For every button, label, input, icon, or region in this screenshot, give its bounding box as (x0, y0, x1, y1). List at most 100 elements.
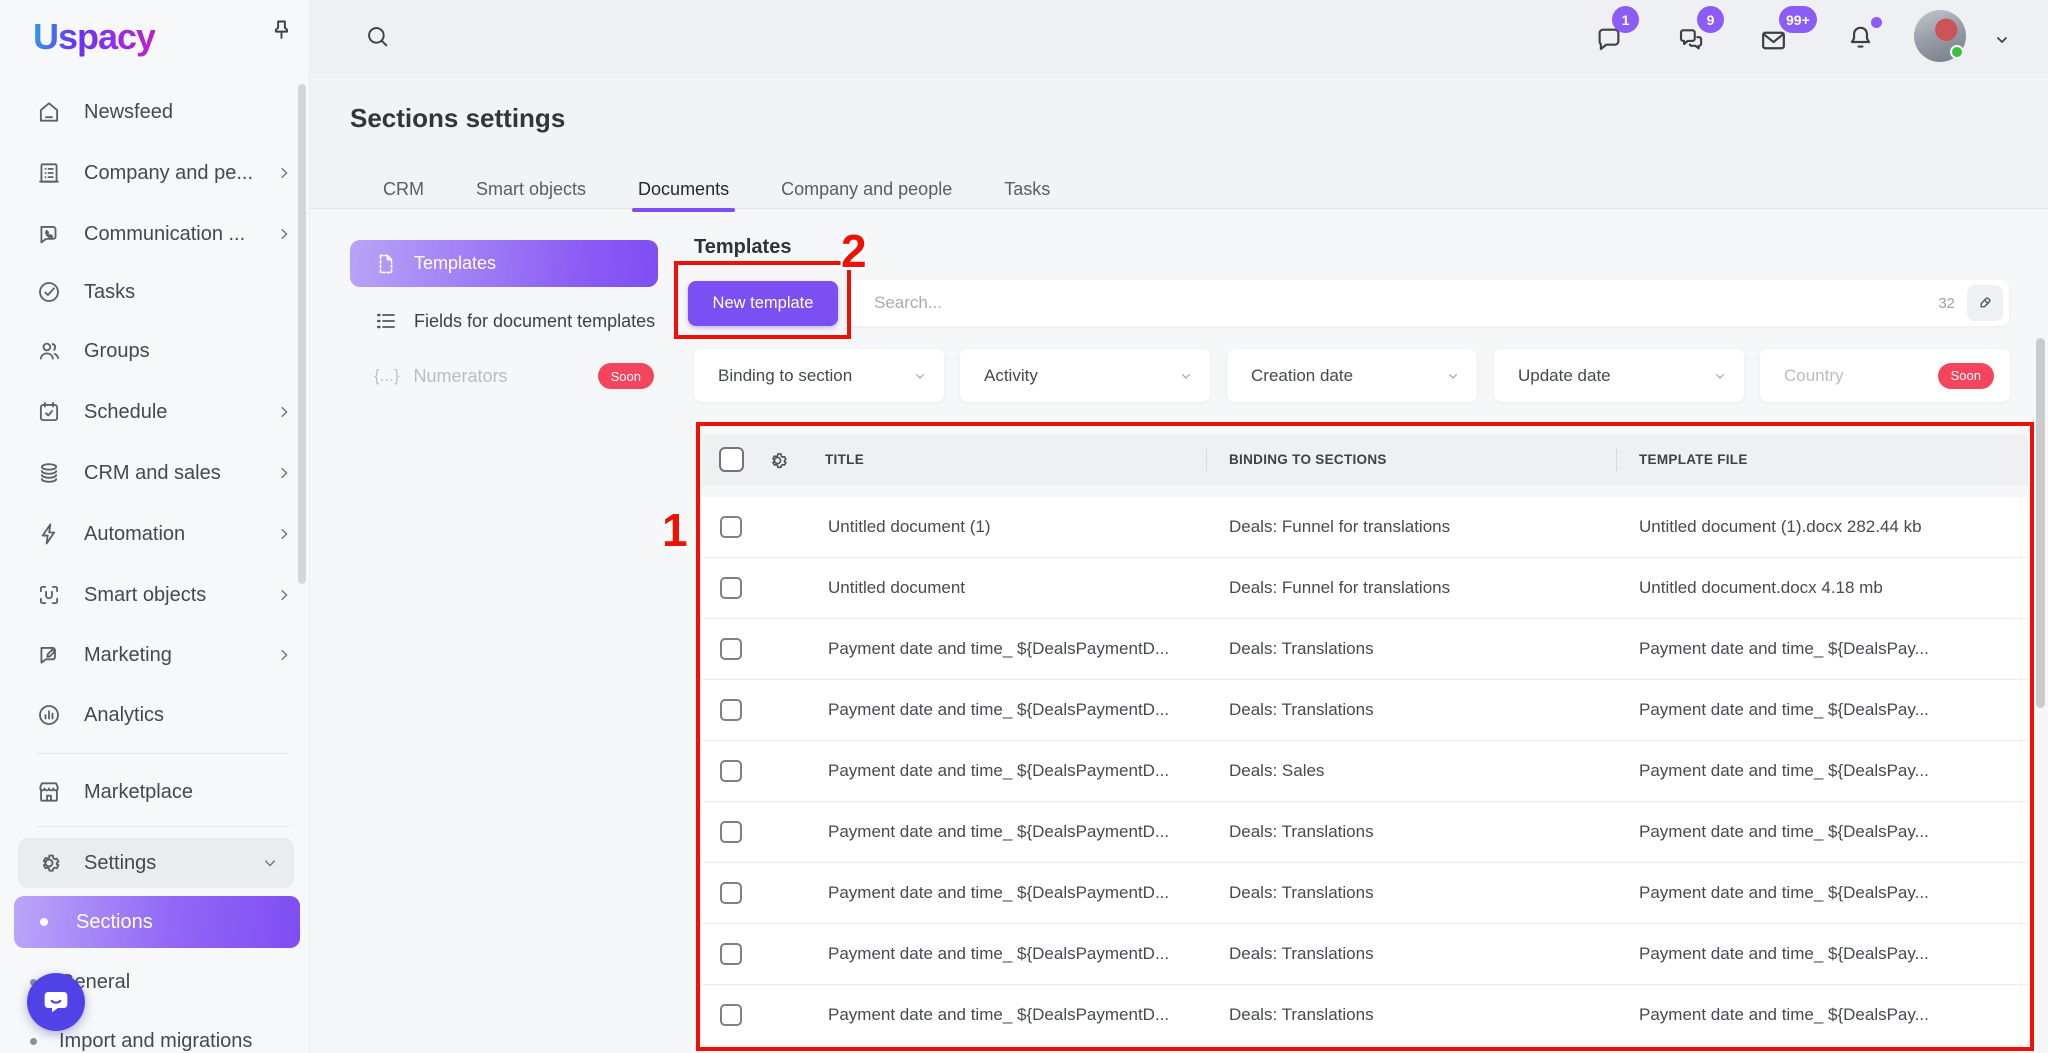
store-icon (36, 779, 62, 805)
support-chat-launcher[interactable] (27, 973, 85, 1031)
sidebar-item-tasks[interactable]: Tasks (36, 277, 292, 307)
table-row[interactable]: Payment date and time_ ${DealsPaymentD..… (702, 924, 2028, 985)
search-input[interactable] (872, 292, 1926, 314)
braces-icon: {...} (374, 366, 400, 386)
soon-badge: Soon (598, 363, 654, 389)
sidebar-subitem-label: Import and migrations (59, 1030, 252, 1053)
new-template-button[interactable]: New template (688, 281, 838, 326)
column-divider (1206, 449, 1207, 471)
table-row[interactable]: Payment date and time_ ${DealsPaymentD..… (702, 680, 2028, 741)
page-scrollbar[interactable] (2036, 338, 2045, 708)
row-checkbox[interactable] (720, 882, 742, 904)
filter-label: Binding to section (718, 366, 852, 386)
cell-binding: Deals: Translations (1229, 700, 1374, 720)
table-row[interactable]: Untitled document Deals: Funnel for tran… (702, 558, 2028, 619)
filter-label: Activity (984, 366, 1038, 386)
sidebar-scrollbar[interactable] (298, 84, 306, 584)
users-icon (36, 338, 62, 364)
column-header-title[interactable]: TITLE (825, 452, 864, 467)
row-checkbox[interactable] (720, 516, 742, 538)
cell-title: Untitled document (828, 578, 965, 598)
filter-binding-to-section[interactable]: Binding to section (694, 349, 944, 402)
calendar-icon (36, 399, 62, 425)
row-checkbox[interactable] (720, 821, 742, 843)
sidebar-item-company-and-people[interactable]: Company and pe... (36, 158, 292, 188)
table-row[interactable]: Payment date and time_ ${DealsPaymentD..… (702, 802, 2028, 863)
subnav-item-fields-for-document-templates[interactable]: Fields for document templates (350, 303, 658, 339)
sidebar-subitem-import-and-migrations[interactable]: Import and migrations (30, 1026, 290, 1053)
table-row[interactable]: Payment date and time_ ${DealsPaymentD..… (702, 985, 2028, 1046)
bolt-icon (36, 521, 62, 547)
soon-badge: Soon (1938, 363, 1994, 389)
row-checkbox[interactable] (720, 638, 742, 660)
chevron-down-icon (262, 855, 278, 871)
sidebar-item-smart-objects[interactable]: Smart objects (36, 580, 292, 610)
sidebar-item-label: Smart objects (84, 584, 206, 607)
row-checkbox[interactable] (720, 760, 742, 782)
filter-creation-date[interactable]: Creation date (1227, 349, 1477, 402)
cell-file: Payment date and time_ ${DealsPay... (1639, 639, 1929, 659)
cell-file: Untitled document (1).docx 282.44 kb (1639, 517, 1922, 537)
cell-title: Payment date and time_ ${DealsPaymentD..… (828, 761, 1169, 781)
clear-search-button[interactable] (1967, 285, 2003, 321)
column-header-template-file[interactable]: TEMPLATE FILE (1639, 452, 1748, 467)
cell-binding: Deals: Funnel for translations (1229, 578, 1450, 598)
list-icon (374, 309, 398, 333)
chevron-right-icon (276, 226, 292, 242)
tab-documents[interactable]: Documents (638, 179, 729, 203)
chevron-right-icon (276, 404, 292, 420)
search-icon[interactable] (364, 23, 391, 50)
sidebar-item-marketplace[interactable]: Marketplace (36, 777, 292, 807)
eraser-icon (1975, 293, 1995, 313)
table-row[interactable]: Untitled document (1) Deals: Funnel for … (702, 497, 2028, 558)
document-icon (374, 252, 398, 276)
tab-smart-objects[interactable]: Smart objects (476, 179, 586, 203)
chevron-down-icon[interactable] (1990, 28, 2014, 52)
row-checkbox[interactable] (720, 577, 742, 599)
bullet-icon (40, 918, 48, 926)
sidebar-item-label: CRM and sales (84, 462, 221, 485)
sidebar-item-label: Analytics (84, 704, 164, 727)
sidebar-item-settings[interactable]: Settings (18, 838, 294, 888)
filter-update-date[interactable]: Update date (1494, 349, 1744, 402)
pin-icon[interactable] (268, 17, 295, 44)
chevron-right-icon (276, 587, 292, 603)
row-checkbox[interactable] (720, 943, 742, 965)
cell-title: Untitled document (1) (828, 517, 991, 537)
search-bar: 32 (848, 280, 2009, 326)
avatar-online-dot (1950, 45, 1964, 59)
sidebar-item-marketing[interactable]: Marketing (36, 640, 292, 670)
table-header: TITLE BINDING TO SECTIONS TEMPLATE FILE (702, 434, 2028, 486)
panel-heading: Templates (694, 236, 791, 259)
sidebar-item-groups[interactable]: Groups (36, 336, 292, 366)
chat-bubble-icon (40, 986, 72, 1018)
bell-icon[interactable] (1845, 22, 1876, 53)
column-settings-gear-icon[interactable] (766, 449, 789, 472)
sidebar-item-analytics[interactable]: Analytics (36, 700, 292, 730)
subnav-item-templates[interactable]: Templates (350, 240, 658, 287)
tab-tasks[interactable]: Tasks (1004, 179, 1050, 203)
row-checkbox[interactable] (720, 1004, 742, 1026)
tab-crm[interactable]: CRM (383, 179, 424, 203)
sidebar-item-communication[interactable]: Communication ... (36, 219, 292, 249)
app-logo[interactable]: Uspacy (33, 16, 155, 58)
filter-activity[interactable]: Activity (960, 349, 1210, 402)
column-header-binding[interactable]: BINDING TO SECTIONS (1229, 452, 1387, 467)
subnav-item-label: Templates (414, 253, 496, 274)
tab-company-and-people[interactable]: Company and people (781, 179, 952, 203)
sidebar-item-automation[interactable]: Automation (36, 519, 292, 549)
home-icon (36, 99, 62, 125)
table-row[interactable]: Payment date and time_ ${DealsPaymentD..… (702, 741, 2028, 802)
sidebar-item-newsfeed[interactable]: Newsfeed (36, 97, 292, 127)
table-row[interactable]: Payment date and time_ ${DealsPaymentD..… (702, 863, 2028, 924)
table-row[interactable]: Payment date and time_ ${DealsPaymentD..… (702, 619, 2028, 680)
cell-binding: Deals: Translations (1229, 639, 1374, 659)
sidebar-item-crm-and-sales[interactable]: CRM and sales (36, 458, 292, 488)
building-icon (36, 160, 62, 186)
select-all-checkbox[interactable] (719, 447, 744, 472)
sidebar-item-schedule[interactable]: Schedule (36, 397, 292, 427)
sidebar-subitem-sections[interactable]: Sections (14, 896, 300, 948)
row-checkbox[interactable] (720, 699, 742, 721)
cell-title: Payment date and time_ ${DealsPaymentD..… (828, 1005, 1169, 1025)
sidebar: Uspacy Newsfeed Company and pe... Commun… (0, 0, 310, 1053)
